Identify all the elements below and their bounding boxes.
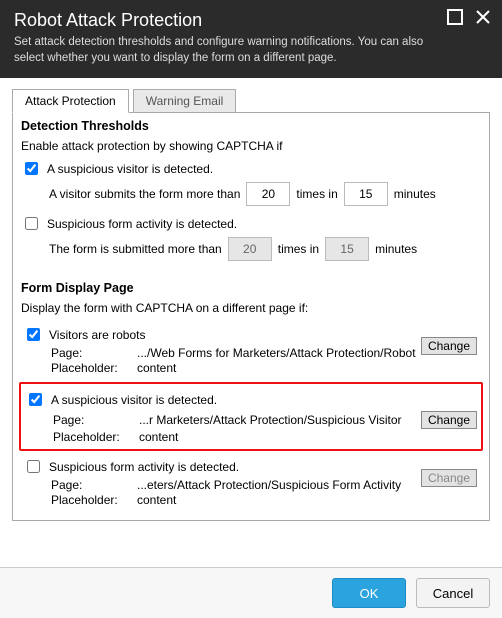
lbl-times-in-1: times in	[296, 187, 337, 201]
lbl-placeholder-1: Placeholder:	[51, 361, 137, 375]
lbl-visitor-submits: A visitor submits the form more than	[49, 187, 240, 201]
fdp-robots-block: Visitors are robots Page: .../Web Forms …	[21, 321, 481, 380]
lbl-fdp-activity: Suspicious form activity is detected.	[49, 460, 239, 474]
input-visitor-times[interactable]	[246, 182, 290, 206]
val-placeholder-suspicious: content	[139, 430, 477, 444]
fdp-heading: Form Display Page	[21, 281, 481, 295]
val-placeholder-robots: content	[137, 361, 479, 375]
lbl-placeholder-3: Placeholder:	[51, 493, 137, 507]
lbl-page-2: Page:	[53, 413, 139, 427]
lbl-suspicious-activity: Suspicious form activity is detected.	[47, 217, 237, 231]
btn-change-suspicious[interactable]: Change	[421, 411, 477, 429]
lbl-times-in-2: times in	[278, 242, 319, 256]
btn-change-activity: Change	[421, 469, 477, 487]
lbl-minutes-2: minutes	[375, 242, 417, 256]
input-visitor-minutes[interactable]	[344, 182, 388, 206]
lbl-minutes-1: minutes	[394, 187, 436, 201]
input-activity-minutes	[325, 237, 369, 261]
chk-fdp-suspicious[interactable]	[29, 393, 42, 406]
tab-warning-email[interactable]: Warning Email	[133, 89, 237, 113]
ok-button[interactable]: OK	[332, 578, 406, 608]
lbl-page-1: Page:	[51, 346, 137, 360]
maximize-icon[interactable]	[446, 8, 464, 26]
val-placeholder-activity: content	[137, 493, 479, 507]
lbl-form-submitted: The form is submitted more than	[49, 242, 222, 256]
lbl-placeholder-2: Placeholder:	[53, 430, 139, 444]
chk-fdp-robots[interactable]	[27, 328, 40, 341]
dialog-footer: OK Cancel	[0, 567, 502, 618]
tab-attack-protection[interactable]: Attack Protection	[12, 89, 129, 113]
lbl-fdp-suspicious: A suspicious visitor is detected.	[51, 393, 217, 407]
detection-lead: Enable attack protection by showing CAPT…	[21, 139, 481, 153]
chk-suspicious-visitor[interactable]	[25, 162, 38, 175]
btn-change-robots[interactable]: Change	[421, 337, 477, 355]
fdp-lead: Display the form with CAPTCHA on a diffe…	[21, 301, 481, 315]
tab-strip: Attack Protection Warning Email	[12, 88, 490, 112]
cancel-button[interactable]: Cancel	[416, 578, 490, 608]
lbl-fdp-robots: Visitors are robots	[49, 328, 146, 342]
val-page-suspicious: ...r Marketers/Attack Protection/Suspici…	[139, 413, 417, 427]
detection-heading: Detection Thresholds	[21, 119, 481, 133]
close-icon[interactable]	[474, 8, 492, 26]
dialog-header: Robot Attack Protection Set attack detec…	[0, 0, 502, 78]
chk-suspicious-activity[interactable]	[25, 217, 38, 230]
fdp-suspicious-block: A suspicious visitor is detected. Page: …	[19, 382, 483, 451]
fdp-activity-block: Suspicious form activity is detected. Pa…	[21, 453, 481, 512]
lbl-page-3: Page:	[51, 478, 137, 492]
input-activity-times	[228, 237, 272, 261]
chk-fdp-activity[interactable]	[27, 460, 40, 473]
lbl-suspicious-visitor: A suspicious visitor is detected.	[47, 162, 213, 176]
dialog-title: Robot Attack Protection	[14, 10, 488, 31]
tab-panel: Detection Thresholds Enable attack prote…	[12, 112, 490, 521]
dialog-subtitle: Set attack detection thresholds and conf…	[14, 35, 434, 66]
